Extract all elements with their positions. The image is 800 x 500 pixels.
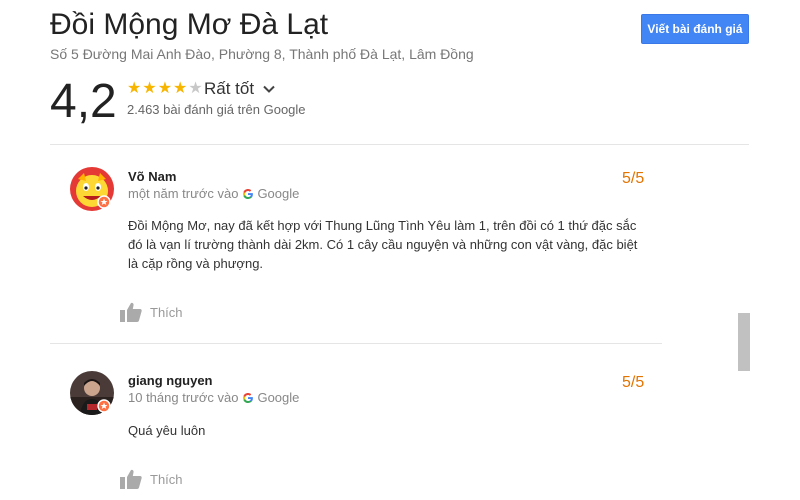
rating-stars: ★★★★★ [127,79,204,99]
google-g-icon [243,392,254,403]
review-text: Quá yêu luôn [128,423,206,438]
thumbs-up-icon [120,302,142,322]
place-address: Số 5 Đường Mai Anh Đào, Phường 8, Thành … [50,46,474,62]
write-review-button[interactable]: Viết bài đánh giá [641,14,749,44]
star-icon: ★ [173,80,189,97]
star-empty-icon: ★ [188,80,204,97]
rating-word: Rất tốt [204,79,255,98]
thumbs-up-icon [120,469,142,489]
star-icon: ★ [142,80,158,97]
divider [50,343,662,344]
review-author[interactable]: giang nguyen [128,373,213,388]
star-icon: ★ [157,80,174,97]
review-source: Google [257,390,300,405]
like-label: Thích [150,471,183,487]
like-button[interactable]: Thích [120,302,183,322]
divider [50,144,749,145]
review-author[interactable]: Võ Nam [128,169,176,184]
review-text: Đồi Mộng Mơ, nay đã kết hợp với Thung Lũ… [128,218,638,271]
google-g-icon [243,188,254,199]
review-score: 5/5 [622,374,645,391]
star-icon: ★ [127,80,143,97]
chevron-down-icon[interactable] [262,82,276,96]
review-score: 5/5 [622,170,645,187]
review-meta: một năm trước vào Google [128,186,299,201]
avatar[interactable] [70,371,114,415]
review-time: 10 tháng trước vào [128,390,239,405]
review-count[interactable]: 2.463 bài đánh giá trên Google [127,102,306,117]
like-button[interactable]: Thích [120,469,183,489]
review-source: Google [257,186,300,201]
like-label: Thích [150,304,183,320]
avatar[interactable] [70,167,114,211]
scrollbar-thumb[interactable] [738,313,750,371]
place-title: Đồi Mộng Mơ Đà Lạt [50,8,329,41]
average-rating: 4,2 [50,75,117,128]
review-meta: 10 tháng trước vào Google [128,390,299,405]
review-time: một năm trước vào [128,186,239,201]
